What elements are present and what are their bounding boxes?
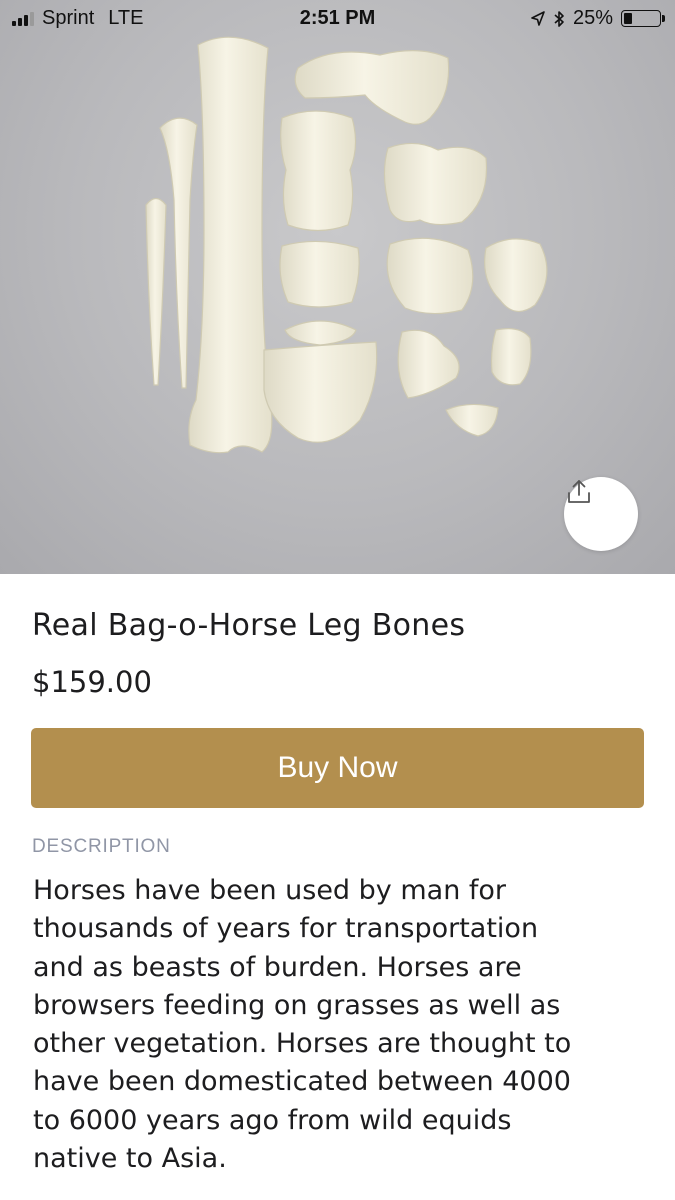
description-text: Horses have been used by man for thousan… <box>33 872 648 1178</box>
product-title: Real Bag-o-Horse Leg Bones <box>32 608 466 643</box>
product-price: $159.00 <box>32 665 152 699</box>
bluetooth-icon <box>554 10 564 27</box>
description-line: thousands of years for transportation <box>33 913 539 945</box>
description-heading: DESCRIPTION <box>32 836 171 857</box>
description-line: Horses have been used by man for <box>33 875 507 906</box>
product-image[interactable] <box>0 0 675 574</box>
description-line: have been domesticated between 4000 <box>33 1066 571 1098</box>
share-button[interactable] <box>564 477 638 551</box>
description-line: native to Asia. <box>33 1143 227 1175</box>
battery-percent: 25% <box>572 7 613 29</box>
location-arrow-icon <box>531 10 545 26</box>
battery-icon <box>621 10 665 27</box>
description-line: browsers feeding on grasses as well as <box>33 989 561 1021</box>
battery-fill <box>624 13 633 24</box>
status-right: 25% <box>531 7 665 30</box>
description-line: other vegetation. Horses are thought to <box>33 1028 572 1060</box>
description-line: to 6000 years ago from wild equids <box>33 1104 512 1136</box>
share-icon <box>568 480 590 503</box>
description-line: and as beasts of burden. Horses are <box>33 951 522 983</box>
status-bar: Sprint LTE 2:51 PM 25% <box>0 0 675 38</box>
buy-now-button[interactable]: Buy Now <box>31 728 644 808</box>
